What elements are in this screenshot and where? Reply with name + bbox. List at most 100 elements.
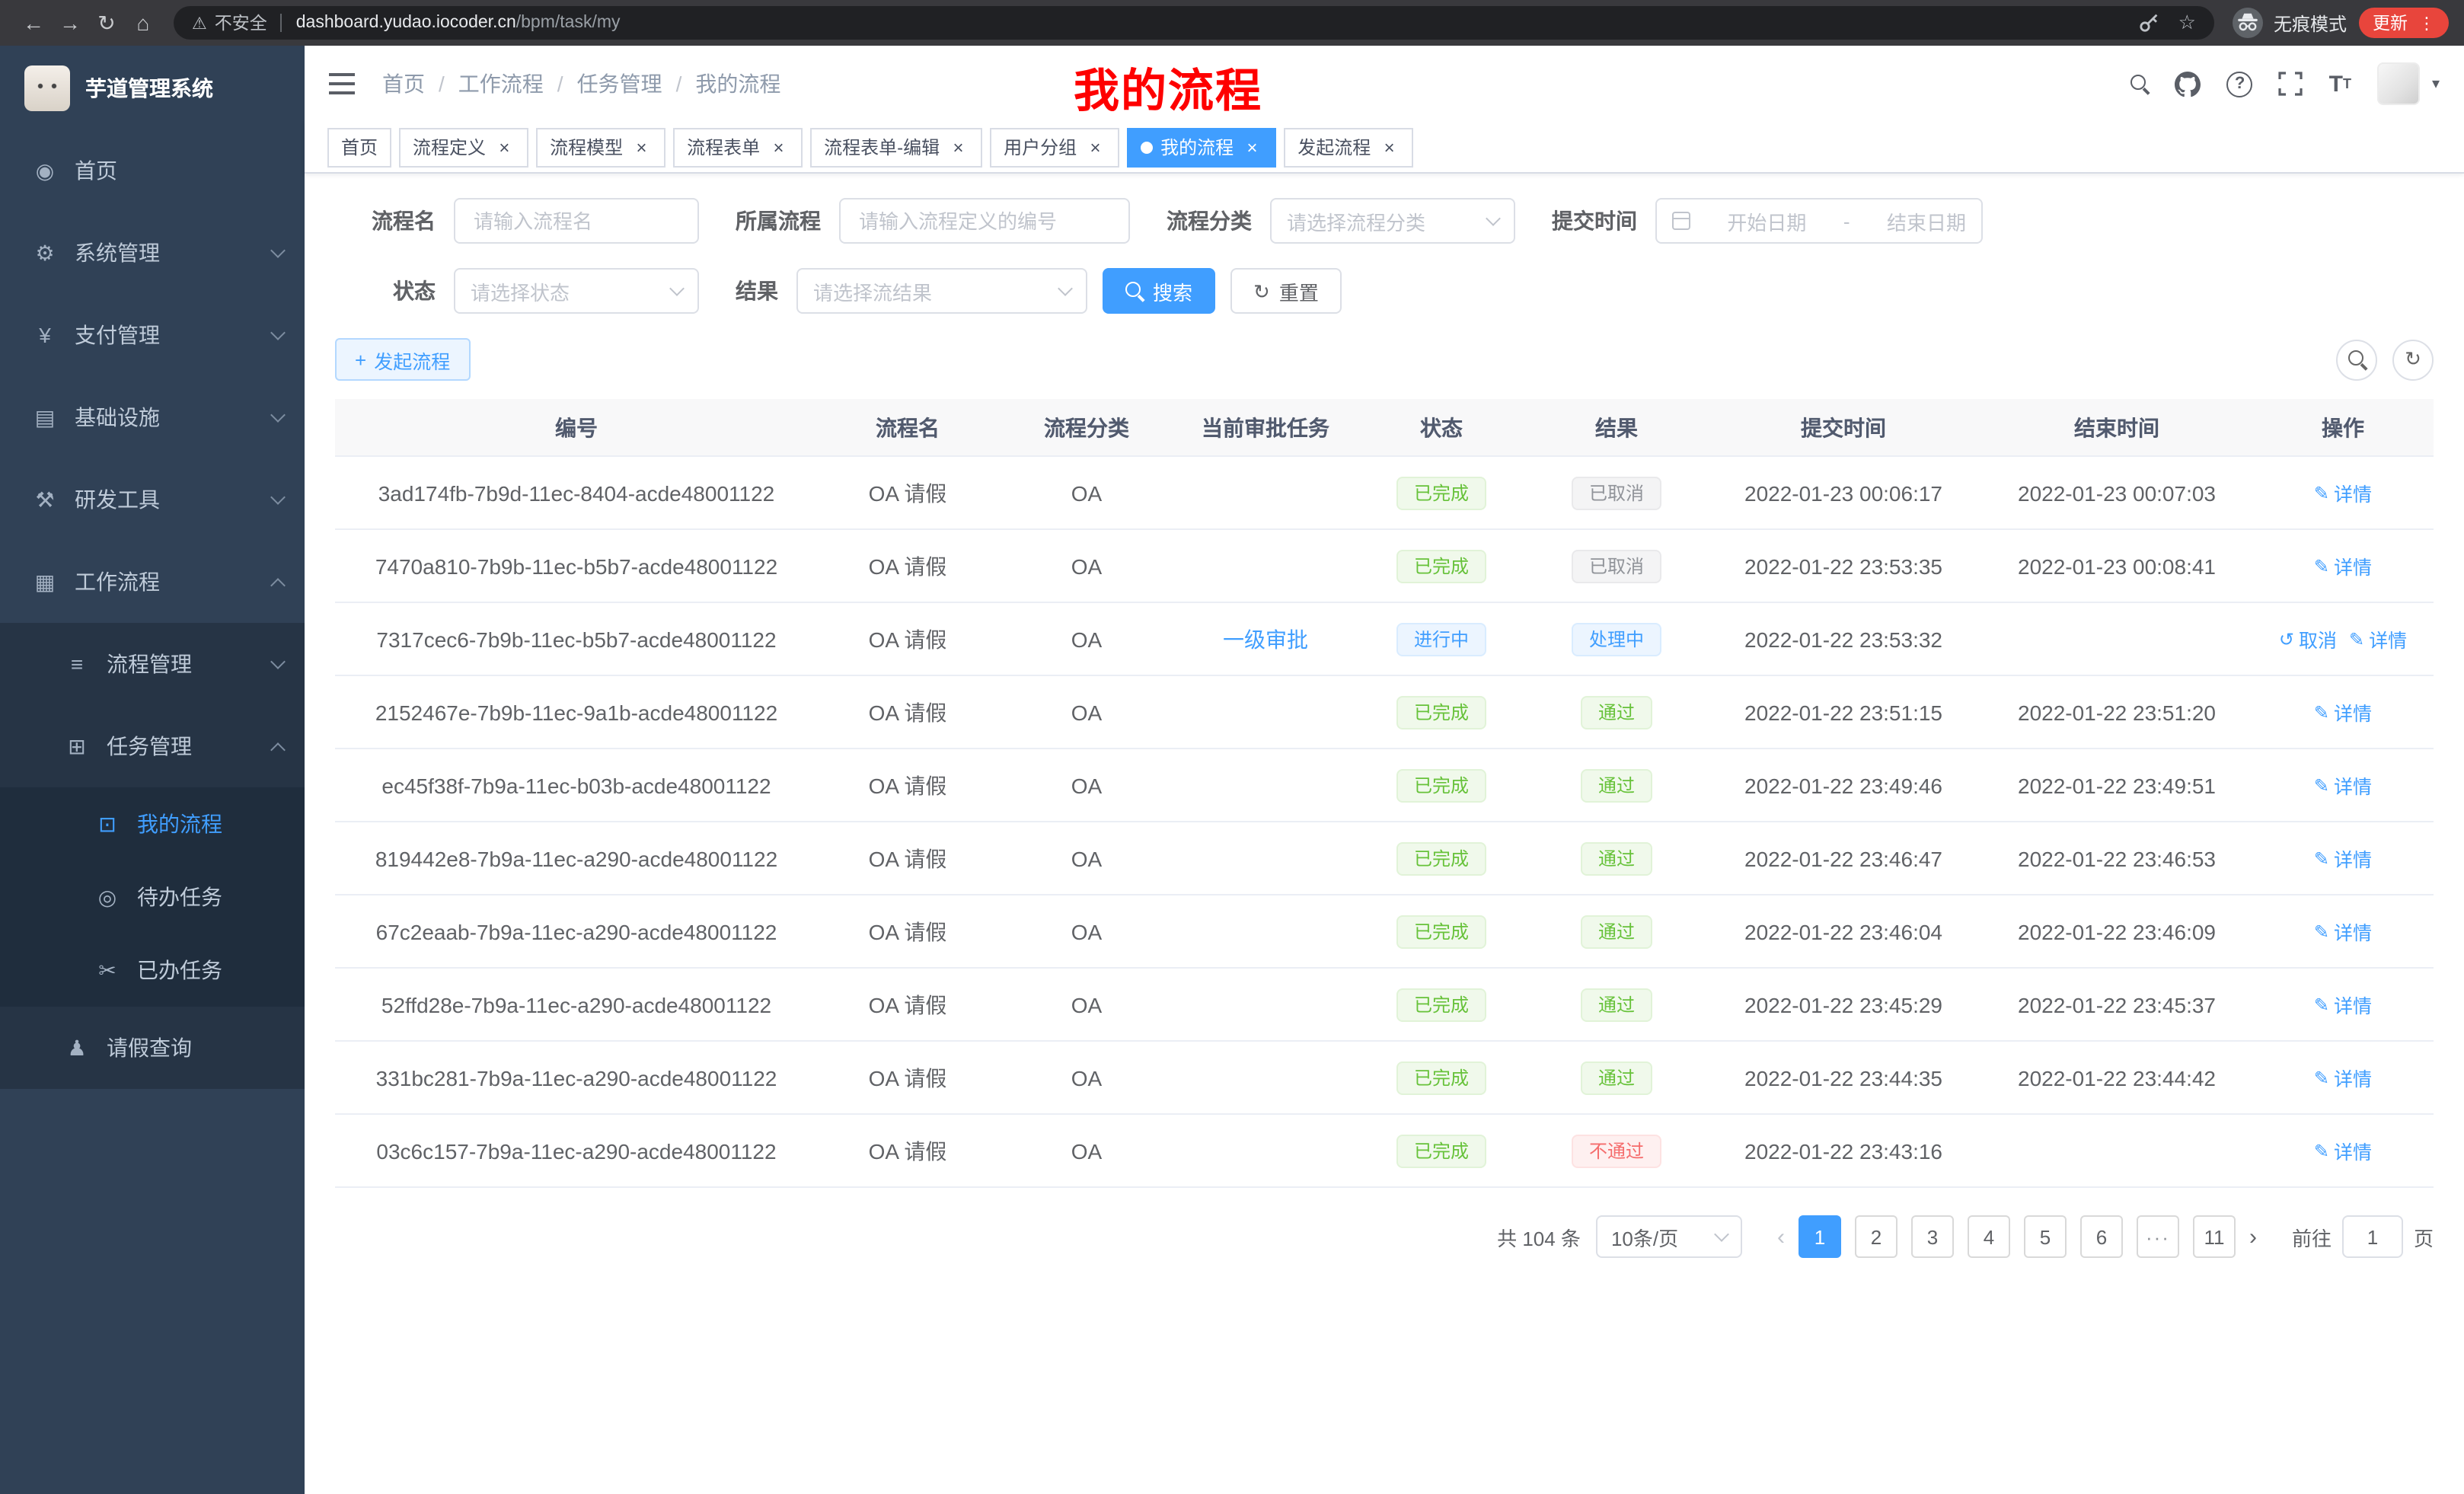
tab[interactable]: 用户分组 ×: [990, 127, 1119, 167]
sidebar-item[interactable]: ¥ 支付管理: [0, 294, 305, 376]
sidebar-item[interactable]: ⚙ 系统管理: [0, 212, 305, 294]
current-task-link[interactable]: 一级审批: [1223, 627, 1308, 651]
close-icon[interactable]: ×: [630, 136, 652, 158]
close-icon[interactable]: ×: [1241, 136, 1262, 158]
detail-link[interactable]: ✎详情: [2314, 1136, 2372, 1165]
process-definition-input[interactable]: [839, 198, 1130, 244]
sidebar-item[interactable]: ▦ 工作流程: [0, 541, 305, 623]
detail-link[interactable]: ✎详情: [2314, 698, 2372, 726]
status-badge: 已完成: [1397, 915, 1486, 948]
result-badge: 不通过: [1572, 1134, 1661, 1167]
close-icon[interactable]: ×: [768, 136, 789, 158]
process-name-input[interactable]: [454, 198, 699, 244]
sidebar-item[interactable]: ✂ 已办任务: [0, 934, 305, 1007]
detail-link[interactable]: ✎详情: [2314, 917, 2372, 946]
next-page-button[interactable]: ›: [2249, 1224, 2257, 1250]
detail-link[interactable]: ✎详情: [2314, 478, 2372, 507]
detail-link[interactable]: ✎详情: [2314, 844, 2372, 873]
annotation-title: 我的流程: [1074, 53, 1262, 120]
table-row: 3ad174fb-7b9d-11ec-8404-acde48001122 OA …: [335, 457, 2434, 530]
forward-button[interactable]: →: [52, 11, 88, 35]
tab[interactable]: 发起流程 ×: [1284, 127, 1413, 167]
table-row: 03c6c157-7b9a-11ec-a290-acde48001122 OA …: [335, 1115, 2434, 1188]
status-select[interactable]: 请选择状态: [454, 268, 699, 314]
sidebar-item[interactable]: ⊡ 我的流程: [0, 787, 305, 860]
tab[interactable]: 流程定义 ×: [399, 127, 528, 167]
key-icon[interactable]: [2139, 12, 2160, 34]
page-button[interactable]: ···: [2137, 1215, 2179, 1258]
date-range-picker[interactable]: 开始日期 - 结束日期: [1655, 198, 1983, 244]
start-date-placeholder[interactable]: 开始日期: [1727, 206, 1806, 235]
sidebar-item[interactable]: ◉ 首页: [0, 129, 305, 212]
category-select[interactable]: 请选择流程分类: [1270, 198, 1515, 244]
breadcrumb-item[interactable]: 我的流程: [695, 69, 780, 99]
close-icon[interactable]: ×: [493, 136, 515, 158]
breadcrumb-item[interactable]: 工作流程: [458, 69, 544, 99]
sidebar-item[interactable]: ⚒ 研发工具: [0, 458, 305, 541]
home-button[interactable]: ⌂: [125, 11, 161, 35]
reset-button[interactable]: ↻ 重置: [1230, 268, 1342, 314]
refresh-table-button[interactable]: ↻: [2392, 339, 2434, 380]
breadcrumb-item[interactable]: 首页: [382, 69, 425, 99]
cell-process-name: OA 请假: [818, 1062, 997, 1093]
reload-button[interactable]: ↻: [88, 10, 125, 36]
search-button[interactable]: 搜索: [1103, 268, 1215, 314]
github-icon[interactable]: [2175, 71, 2201, 97]
tab[interactable]: 流程模型 ×: [536, 127, 665, 167]
detail-link[interactable]: ✎详情: [2314, 990, 2372, 1019]
caret-down-icon[interactable]: ▾: [2432, 75, 2440, 92]
logo-image: [24, 65, 70, 110]
browser-menu-icon[interactable]: ⋮: [2418, 13, 2435, 33]
address-bar[interactable]: ⚠ 不安全 dashboard.yudao.iocoder.cn/bpm/tas…: [174, 6, 2214, 40]
page-button[interactable]: 6: [2080, 1215, 2123, 1258]
font-size-icon[interactable]: TT: [2329, 71, 2351, 97]
close-icon[interactable]: ×: [1378, 136, 1400, 158]
fullscreen-icon[interactable]: [2279, 72, 2303, 96]
toggle-search-button[interactable]: [2336, 339, 2377, 380]
avatar[interactable]: [2377, 62, 2420, 105]
cell-id: 67c2eaab-7b9a-11ec-a290-acde48001122: [335, 919, 818, 943]
sidebar-item[interactable]: ◎ 待办任务: [0, 860, 305, 934]
update-button[interactable]: 更新 ⋮: [2359, 8, 2449, 38]
page-button[interactable]: 1: [1799, 1215, 1841, 1258]
sidebar-item[interactable]: ▤ 基础设施: [0, 376, 305, 458]
detail-link[interactable]: ✎详情: [2314, 771, 2372, 800]
tab-label: 首页: [341, 134, 378, 160]
page-button[interactable]: 3: [1911, 1215, 1954, 1258]
detail-link[interactable]: ✎详情: [2314, 551, 2372, 580]
breadcrumb-item[interactable]: 任务管理: [577, 69, 662, 99]
app-logo[interactable]: 芋道管理系统: [0, 46, 305, 129]
page-button[interactable]: 4: [1968, 1215, 2010, 1258]
help-icon[interactable]: ?: [2227, 71, 2253, 97]
prev-page-button[interactable]: ‹: [1777, 1224, 1785, 1250]
page-button[interactable]: 11: [2193, 1215, 2236, 1258]
detail-link[interactable]: ✎详情: [2349, 624, 2407, 653]
cancel-link[interactable]: ↺取消: [2279, 624, 2337, 653]
sidebar-item[interactable]: ⊞ 任务管理: [0, 705, 305, 787]
security-label[interactable]: 不安全: [215, 11, 267, 35]
page-button[interactable]: 2: [1855, 1215, 1897, 1258]
end-date-placeholder[interactable]: 结束日期: [1887, 206, 1966, 235]
menu-icon: ◉: [32, 158, 58, 184]
search-icon[interactable]: [2131, 75, 2150, 93]
back-button[interactable]: ←: [15, 11, 52, 35]
detail-link[interactable]: ✎详情: [2314, 1063, 2372, 1092]
sidebar-toggle-icon[interactable]: [329, 82, 355, 85]
sidebar-item[interactable]: ♟ 请假查询: [0, 1007, 305, 1089]
tab[interactable]: 流程表单 ×: [673, 127, 803, 167]
menu-icon: ¥: [32, 323, 58, 347]
page-button[interactable]: 5: [2024, 1215, 2067, 1258]
create-process-button[interactable]: + 发起流程: [335, 338, 470, 381]
status-badge: 已完成: [1397, 476, 1486, 509]
tab[interactable]: 流程表单-编辑 ×: [810, 127, 982, 167]
page-size-select[interactable]: 10条/页: [1596, 1215, 1742, 1258]
goto-page-input[interactable]: [2342, 1215, 2403, 1258]
tab[interactable]: 首页: [327, 127, 391, 167]
close-icon[interactable]: ×: [947, 136, 969, 158]
sidebar-item[interactable]: ≡ 流程管理: [0, 623, 305, 705]
close-icon[interactable]: ×: [1084, 136, 1106, 158]
tab[interactable]: 我的流程 ×: [1127, 127, 1276, 167]
incognito-badge[interactable]: 无痕模式: [2233, 8, 2347, 38]
result-select[interactable]: 请选择流结果: [796, 268, 1087, 314]
bookmark-star-icon[interactable]: ☆: [2178, 11, 2196, 35]
